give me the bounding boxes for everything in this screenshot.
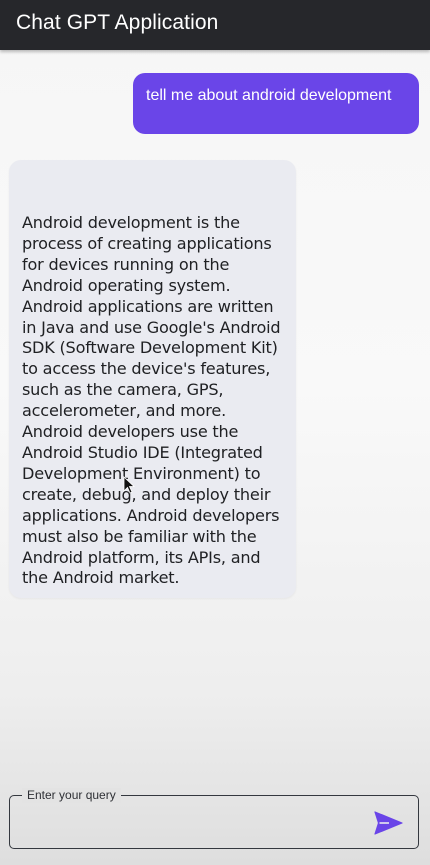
assistant-message-text: Android development is the process of cr… <box>22 213 281 588</box>
send-icon[interactable] <box>372 808 404 838</box>
mouse-pointer-icon <box>123 476 135 494</box>
query-field-label: Enter your query <box>22 788 121 803</box>
assistant-message-bubble: Android development is the process of cr… <box>9 160 296 598</box>
app-bar: Chat GPT Application <box>0 0 430 50</box>
query-input[interactable] <box>20 808 364 840</box>
user-message-bubble: tell me about android development <box>133 73 419 134</box>
user-message-text: tell me about android development <box>146 87 392 104</box>
app-title: Chat GPT Application <box>16 11 219 34</box>
